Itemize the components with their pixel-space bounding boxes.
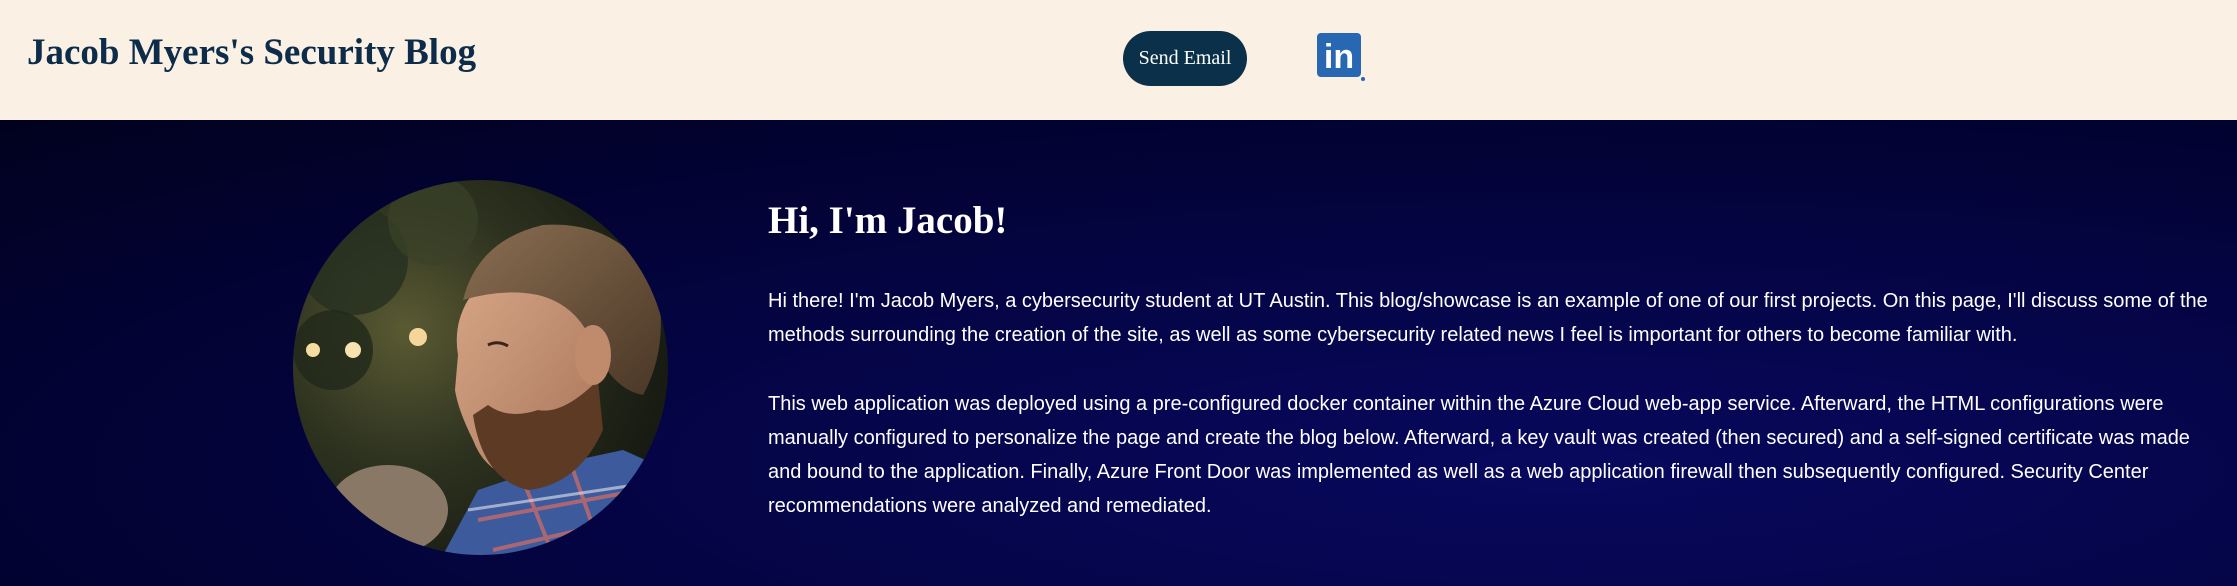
site-title: Jacob Myers's Security Blog (27, 32, 477, 73)
profile-photo (293, 180, 668, 555)
linkedin-icon[interactable]: in (1317, 33, 1365, 81)
top-bar: Jacob Myers's Security Blog Send Email i… (0, 0, 2237, 120)
send-email-button[interactable]: Send Email (1123, 31, 1247, 86)
greeting-heading: Hi, I'm Jacob! (768, 199, 1008, 242)
deployment-paragraph: This web application was deployed using … (768, 393, 2190, 517)
intro-paragraph: Hi there! I'm Jacob Myers, a cybersecuri… (768, 290, 2208, 346)
linkedin-logo-text: in (1324, 38, 1354, 76)
